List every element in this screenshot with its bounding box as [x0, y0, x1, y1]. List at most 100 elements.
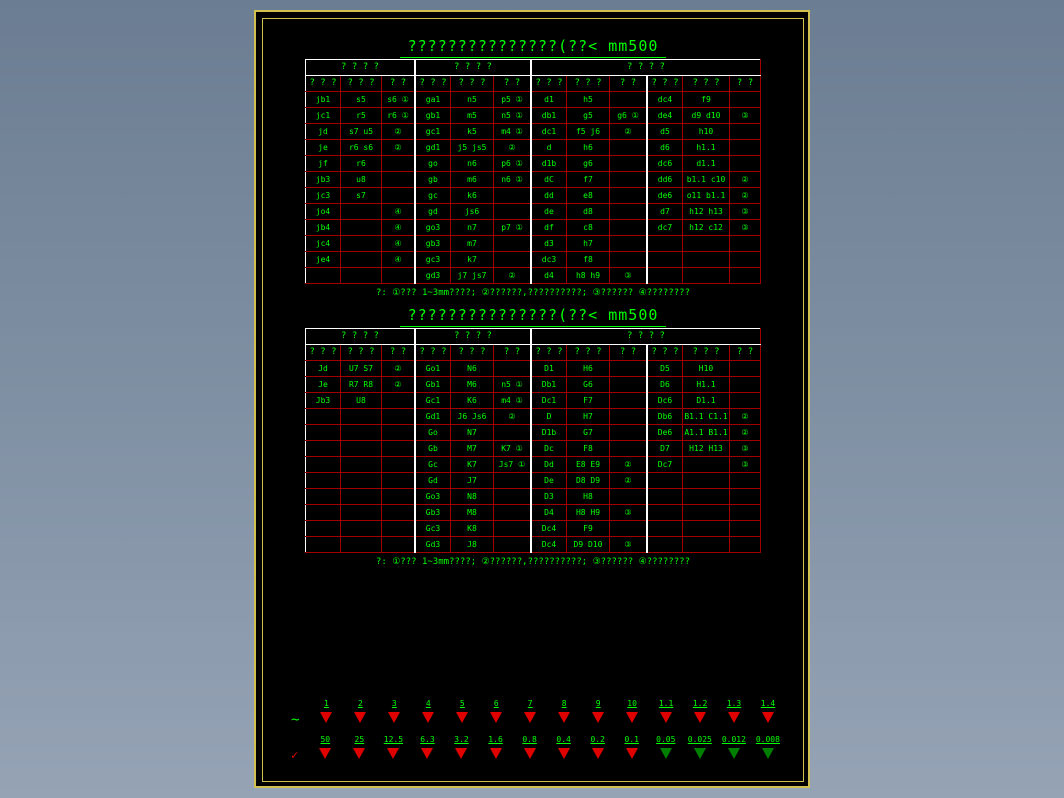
cell [647, 521, 683, 537]
triangle-icon: 5 [455, 712, 469, 728]
cell [341, 204, 382, 220]
cell: Go3 [415, 489, 451, 505]
cell: go [415, 156, 451, 172]
check-icon: ✓ [291, 748, 298, 763]
cell [341, 268, 382, 284]
cell: d6 [647, 140, 683, 156]
cell: gd3 [415, 268, 451, 284]
cell: df [531, 220, 567, 236]
cell: Gc1 [415, 393, 451, 409]
cell: h12 c12 [683, 220, 730, 236]
cell: d3 [531, 236, 567, 252]
cell: H8 H9 [567, 505, 610, 521]
drawing-inner: ???????????????(??< mm500 ? ? ? ?? ? ? ?… [262, 18, 804, 782]
cell: Gb1 [415, 377, 451, 393]
cell: dc1 [531, 124, 567, 140]
cell: d4 [531, 268, 567, 284]
cell: m4 ① [494, 393, 532, 409]
cell: J7 [451, 473, 494, 489]
cell: p7 ① [494, 220, 532, 236]
cell: N8 [451, 489, 494, 505]
cell: g5 [567, 108, 610, 124]
cell [730, 393, 761, 409]
cell: j5 js5 [451, 140, 494, 156]
cell: h1.1 [683, 140, 730, 156]
cell: J6 Js6 [451, 409, 494, 425]
cell [730, 156, 761, 172]
cell [610, 409, 648, 425]
tilde-icon: ~ [291, 712, 299, 728]
tolerance-table-1: ? ? ? ?? ? ? ?? ? ? ?? ? ?? ? ?? ?? ? ??… [305, 59, 761, 284]
triangle-icon: 0.008 [761, 748, 775, 763]
cell: M6 [451, 377, 494, 393]
cell [647, 268, 683, 284]
cell [730, 236, 761, 252]
cell: F7 [567, 393, 610, 409]
cell [382, 409, 416, 425]
cell: H7 [567, 409, 610, 425]
cell: U7 S7 [341, 361, 382, 377]
cell: F8 [567, 441, 610, 457]
cell [683, 236, 730, 252]
cell: De [531, 473, 567, 489]
cell [610, 188, 648, 204]
cell [610, 425, 648, 441]
cell: h5 [567, 92, 610, 108]
cell [382, 441, 416, 457]
cell: r6 [341, 156, 382, 172]
cell: e8 [567, 188, 610, 204]
cell: p5 ① [494, 92, 532, 108]
cell: gc1 [415, 124, 451, 140]
cell [382, 457, 416, 473]
cell [382, 537, 416, 553]
cell: ② [730, 425, 761, 441]
cell: M7 [451, 441, 494, 457]
cell: D7 [647, 441, 683, 457]
cell: H12 H13 [683, 441, 730, 457]
cell: m7 [451, 236, 494, 252]
cell [730, 473, 761, 489]
cell [306, 409, 341, 425]
cell: jc4 [306, 236, 341, 252]
cell: f5 j6 [567, 124, 610, 140]
cell [306, 268, 341, 284]
cell [382, 521, 416, 537]
triangle-icon: 1.1 [659, 712, 673, 728]
cell [610, 172, 648, 188]
cell [306, 441, 341, 457]
title-2: ???????????????(??< mm500 [263, 306, 803, 324]
cell: dd6 [647, 172, 683, 188]
cell: u8 [341, 172, 382, 188]
triangle-icon: 1.4 [761, 712, 775, 728]
cell: dC [531, 172, 567, 188]
cell: r6 ① [382, 108, 416, 124]
cell [730, 537, 761, 553]
cell [494, 505, 532, 521]
cell: ③ [610, 268, 648, 284]
cell: H1.1 [683, 377, 730, 393]
cell: ④ [382, 220, 416, 236]
cell: F9 [567, 521, 610, 537]
cell: ③ [730, 441, 761, 457]
note-1: ?: ①??? 1~3mm????; ②??????,??????????; ③… [263, 288, 803, 298]
cell [306, 473, 341, 489]
cell: ④ [382, 204, 416, 220]
cell [494, 537, 532, 553]
cell: ② [494, 409, 532, 425]
cell [610, 92, 648, 108]
cell [306, 537, 341, 553]
cell: o11 b1.1 [683, 188, 730, 204]
cell [647, 236, 683, 252]
cell: k5 [451, 124, 494, 140]
cell: gd1 [415, 140, 451, 156]
cell: Jd [306, 361, 341, 377]
cell [341, 521, 382, 537]
cell: Dc [531, 441, 567, 457]
cell: gc [415, 188, 451, 204]
cell [730, 92, 761, 108]
cell: js6 [451, 204, 494, 220]
cell: s7 u5 [341, 124, 382, 140]
cell: ② [610, 473, 648, 489]
cell: Go [415, 425, 451, 441]
cell: D4 [531, 505, 567, 521]
